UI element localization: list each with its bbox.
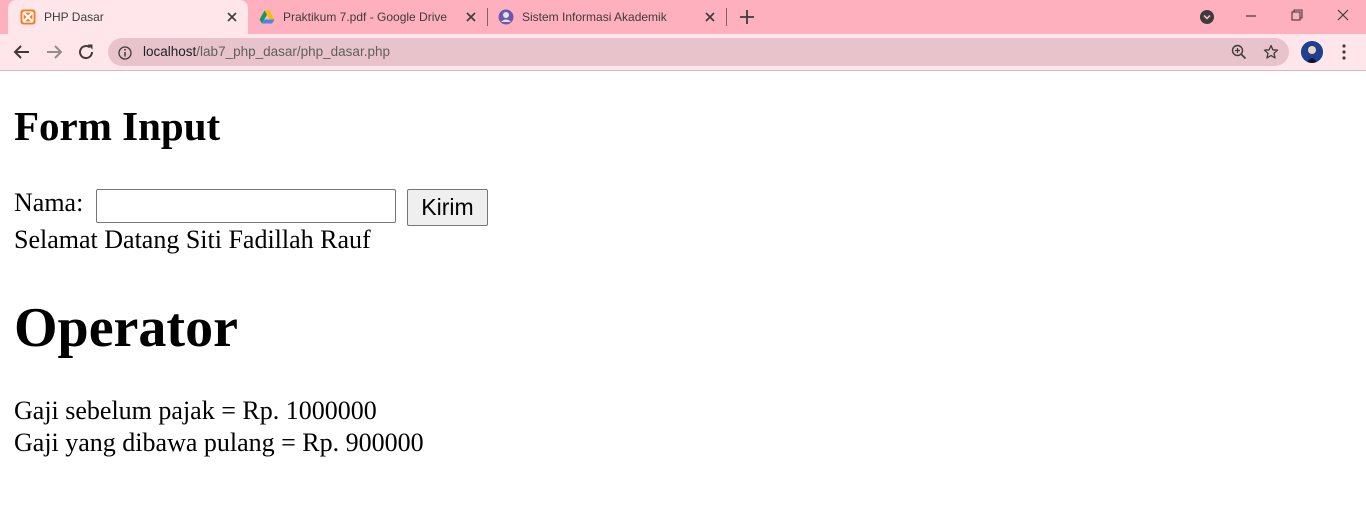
page-content: Form Input Nama: Kirim Selamat Datang Si… xyxy=(0,71,1366,528)
browser-toolbar: localhost/lab7_php_dasar/php_dasar.php xyxy=(0,34,1366,71)
url-text[interactable]: localhost/lab7_php_dasar/php_dasar.php xyxy=(143,44,390,59)
submit-button[interactable]: Kirim xyxy=(407,189,488,226)
url-path: /lab7_php_dasar/php_dasar.php xyxy=(196,44,390,59)
google-drive-icon xyxy=(259,9,275,25)
tab-search-icon[interactable] xyxy=(1199,9,1215,25)
bookmark-star-icon[interactable] xyxy=(1263,44,1279,60)
site-info-icon[interactable] xyxy=(118,45,132,60)
form-heading: Form Input xyxy=(14,103,221,149)
tab-title: PHP Dasar xyxy=(44,10,104,24)
close-window-button[interactable] xyxy=(1320,0,1366,32)
tab-sistem-informasi-akademik[interactable]: Sistem Informasi Akademik xyxy=(486,0,726,34)
salary-take-home-text: Gaji yang dibawa pulang = Rp. 900000 xyxy=(14,428,424,457)
close-tab-icon[interactable] xyxy=(702,9,718,25)
operator-heading: Operator xyxy=(14,297,238,359)
address-bar[interactable]: localhost/lab7_php_dasar/php_dasar.php xyxy=(108,38,1289,66)
name-label: Nama: xyxy=(14,188,84,217)
tab-strip: PHP Dasar Praktikum 7.pdf - Google Drive xyxy=(0,0,1366,34)
tab-php-dasar[interactable]: PHP Dasar xyxy=(8,0,248,34)
minimize-window-button[interactable] xyxy=(1228,0,1274,32)
url-host: localhost xyxy=(143,44,197,59)
greeting-text: Selamat Datang Siti Fadillah Rauf xyxy=(14,225,371,254)
close-tab-icon[interactable] xyxy=(463,9,479,25)
more-menu-icon[interactable] xyxy=(1336,43,1352,61)
tab-title: Praktikum 7.pdf - Google Drive xyxy=(283,10,448,24)
tab-separator xyxy=(726,8,727,26)
tab-title: Sistem Informasi Akademik xyxy=(522,10,667,24)
academic-site-icon xyxy=(498,9,514,25)
back-arrow-icon[interactable] xyxy=(10,40,34,64)
tab-google-drive[interactable]: Praktikum 7.pdf - Google Drive xyxy=(247,0,487,34)
zoom-icon[interactable] xyxy=(1231,44,1247,60)
salary-before-tax-text: Gaji sebelum pajak = Rp. 1000000 xyxy=(14,396,377,425)
reload-icon[interactable] xyxy=(74,40,98,64)
xampp-icon xyxy=(20,9,36,25)
new-tab-icon[interactable] xyxy=(738,8,756,26)
profile-avatar[interactable] xyxy=(1301,41,1323,63)
restore-window-button[interactable] xyxy=(1274,0,1320,32)
forward-arrow-icon[interactable] xyxy=(42,40,66,64)
name-input[interactable] xyxy=(96,189,396,223)
close-tab-icon[interactable] xyxy=(224,9,240,25)
